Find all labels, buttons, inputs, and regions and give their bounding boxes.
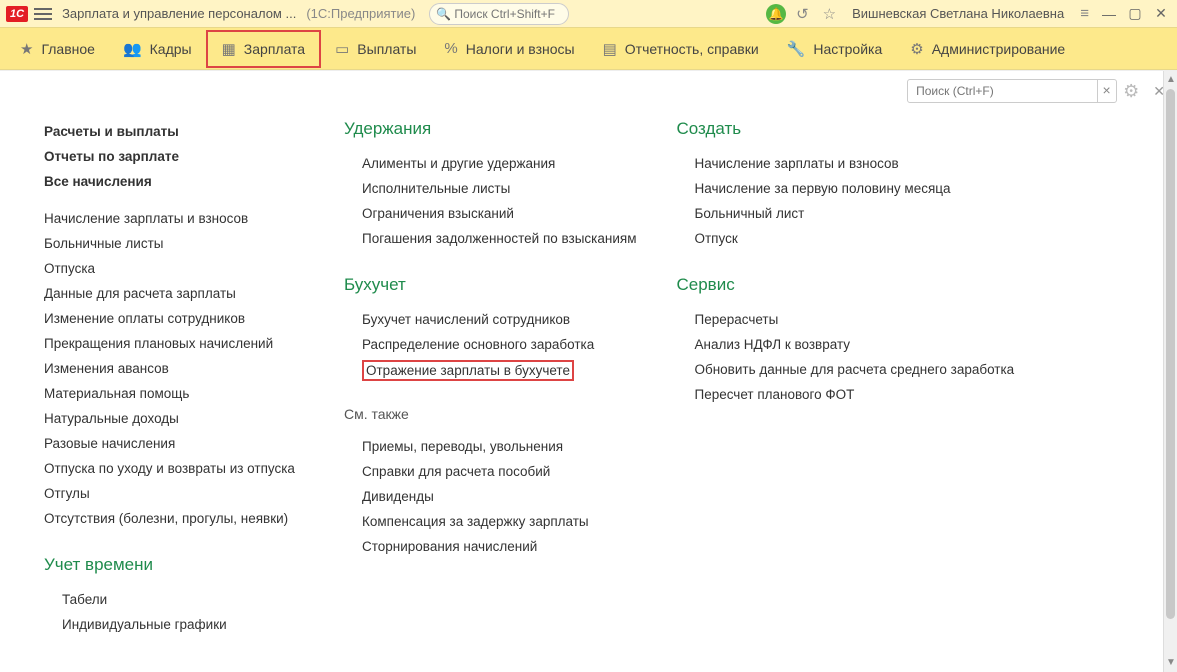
nav-link[interactable]: Перерасчеты — [676, 307, 1014, 332]
nav-link[interactable]: Все начисления — [44, 169, 304, 194]
menu-nalogi[interactable]: % Налоги и взносы — [430, 32, 588, 65]
nav-link[interactable]: Бухучет начислений сотрудников — [344, 307, 636, 332]
nav-link[interactable]: Отпуска по уходу и возвраты из отпуска — [44, 456, 304, 481]
wrench-icon: 🔧 — [787, 40, 806, 58]
clear-search-button[interactable]: × — [1097, 79, 1115, 103]
group-uchet-vremeni[interactable]: Учет времени — [44, 555, 304, 575]
close-button[interactable]: ✕ — [1151, 5, 1171, 22]
menubar: ★ Главное 👥 Кадры ▦ Зарплата ▭ Выплаты % Нало… — [0, 28, 1177, 70]
nav-link[interactable]: Разовые начисления — [44, 431, 304, 456]
content-search: × — [907, 79, 1117, 103]
group-servis[interactable]: Сервис — [676, 275, 1014, 295]
menu-otchet[interactable]: ▤ Отчетность, справки — [589, 32, 773, 66]
user-name[interactable]: Вишневская Светлана Николаевна — [852, 6, 1064, 21]
history-icon[interactable]: ↺ — [792, 5, 813, 23]
nav-link[interactable]: Данные для расчета зарплаты — [44, 281, 304, 306]
people-icon: 👥 — [123, 40, 142, 58]
wallet-icon: ▭ — [335, 40, 349, 58]
logo-1c: 1C — [6, 6, 28, 22]
nav-link[interactable]: Табели — [44, 587, 304, 612]
nav-link-otrazhenie-zarplaty[interactable]: Отражение зарплаты в бухучете — [362, 360, 574, 381]
scroll-down-icon[interactable]: ▼ — [1164, 656, 1177, 670]
nav-link[interactable]: Сторнирования начислений — [344, 534, 636, 559]
nav-link[interactable]: Распределение основного заработка — [344, 332, 636, 357]
scroll-thumb[interactable] — [1166, 89, 1175, 619]
group-sozdat[interactable]: Создать — [676, 119, 1014, 139]
column-3: Создать Начисление зарплаты и взносов На… — [676, 119, 1014, 637]
nav-link[interactable]: Ограничения взысканий — [344, 201, 636, 226]
group-uderzhaniya[interactable]: Удержания — [344, 119, 636, 139]
nav-link[interactable]: Изменение оплаты сотрудников — [44, 306, 304, 331]
scrollbar[interactable]: ▲ ▼ — [1163, 71, 1177, 672]
content-toolbar: × ⚙ ✕ — [907, 79, 1165, 103]
group-see-also: См. также — [344, 406, 636, 422]
nav-link[interactable]: Изменения авансов — [44, 356, 304, 381]
nav-link[interactable]: Отсутствия (болезни, прогулы, неявки) — [44, 506, 304, 531]
more-icon[interactable]: ≡ — [1076, 5, 1093, 22]
titlebar: 1C Зарплата и управление персоналом ... … — [0, 0, 1177, 28]
nav-link[interactable]: Больничные листы — [44, 231, 304, 256]
nav-link[interactable]: Расчеты и выплаты — [44, 119, 304, 144]
minimize-button[interactable]: — — [1099, 6, 1119, 22]
nav-link[interactable]: Погашения задолженностей по взысканиям — [344, 226, 636, 251]
nav-link[interactable]: Алименты и другие удержания — [344, 151, 636, 176]
column-1: Расчеты и выплаты Отчеты по зарплате Все… — [44, 119, 304, 637]
nav-link[interactable]: Справки для расчета пособий — [344, 459, 636, 484]
menu-label: Главное — [41, 41, 95, 57]
nav-link[interactable]: Компенсация за задержку зарплаты — [344, 509, 636, 534]
global-search: 🔍 — [429, 3, 569, 25]
group-bukhuchet[interactable]: Бухучет — [344, 275, 636, 295]
menu-label: Зарплата — [244, 41, 305, 57]
menu-label: Кадры — [150, 41, 192, 57]
menu-label: Налоги и взносы — [466, 41, 575, 57]
menu-vyplaty[interactable]: ▭ Выплаты — [321, 32, 430, 66]
menu-label: Администрирование — [932, 41, 1066, 57]
nav-link[interactable]: Материальная помощь — [44, 381, 304, 406]
nav-link[interactable]: Начисление зарплаты и взносов — [44, 206, 304, 231]
nav-link[interactable]: Отпуск — [676, 226, 1014, 251]
menu-label: Отчетность, справки — [625, 41, 759, 57]
nav-link[interactable]: Натуральные доходы — [44, 406, 304, 431]
table-icon: ▦ — [222, 40, 236, 58]
column-2: Удержания Алименты и другие удержания Ис… — [344, 119, 636, 637]
nav-link[interactable]: Приемы, переводы, увольнения — [344, 434, 636, 459]
nav-link[interactable]: Обновить данные для расчета среднего зар… — [676, 357, 1014, 382]
menu-nastroika[interactable]: 🔧 Настройка — [773, 32, 897, 66]
menu-label: Настройка — [813, 41, 882, 57]
report-icon: ▤ — [603, 40, 617, 58]
nav-link[interactable]: Пересчет планового ФОТ — [676, 382, 1014, 407]
nav-link[interactable]: Отгулы — [44, 481, 304, 506]
nav-link[interactable]: Дивиденды — [344, 484, 636, 509]
menu-main[interactable]: ★ Главное — [6, 32, 109, 66]
settings-icon[interactable]: ⚙ — [1123, 81, 1139, 102]
favorite-icon[interactable]: ☆ — [819, 5, 840, 23]
gear-icon: ⚙ — [910, 40, 923, 58]
nav-link[interactable]: Отпуска — [44, 256, 304, 281]
menu-kadry[interactable]: 👥 Кадры — [109, 32, 206, 66]
scroll-up-icon[interactable]: ▲ — [1164, 73, 1177, 87]
menu-admin[interactable]: ⚙ Администрирование — [896, 32, 1079, 66]
nav-link[interactable]: Анализ НДФЛ к возврату — [676, 332, 1014, 357]
nav-link[interactable]: Начисление за первую половину месяца — [676, 176, 1014, 201]
app-title: Зарплата и управление персоналом ... — [62, 6, 296, 21]
nav-link[interactable]: Отчеты по зарплате — [44, 144, 304, 169]
content-area: Расчеты и выплаты Отчеты по зарплате Все… — [0, 71, 1177, 672]
nav-link[interactable]: Начисление зарплаты и взносов — [676, 151, 1014, 176]
menu-label: Выплаты — [357, 41, 416, 57]
percent-icon: % — [444, 40, 457, 57]
menu-burger-icon[interactable] — [34, 8, 52, 20]
notifications-icon[interactable]: 🔔 — [766, 4, 786, 24]
content-search-input[interactable] — [907, 79, 1117, 103]
star-icon: ★ — [20, 40, 33, 58]
maximize-button[interactable]: ▢ — [1125, 5, 1145, 22]
nav-link[interactable]: Индивидуальные графики — [44, 612, 304, 637]
nav-link[interactable]: Больничный лист — [676, 201, 1014, 226]
nav-link[interactable]: Исполнительные листы — [344, 176, 636, 201]
search-icon: 🔍 — [436, 7, 451, 21]
app-subtitle: (1С:Предприятие) — [306, 6, 415, 21]
menu-zarplata[interactable]: ▦ Зарплата — [206, 30, 322, 68]
nav-link[interactable]: Прекращения плановых начислений — [44, 331, 304, 356]
